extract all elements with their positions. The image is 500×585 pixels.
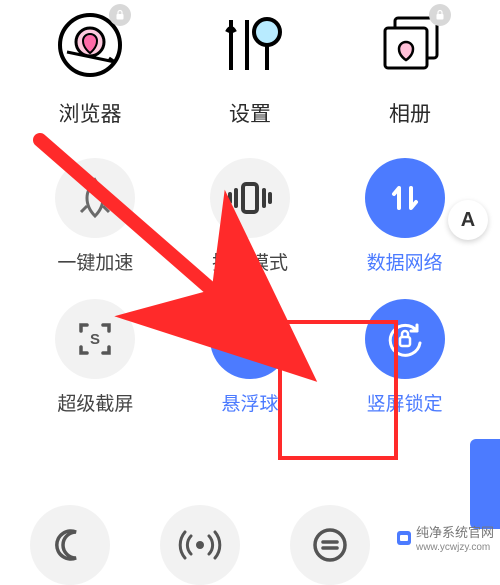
shortcut-label: 相册 <box>389 98 431 128</box>
screenshot-icon: S <box>55 299 135 379</box>
qs-hotspot[interactable] <box>160 505 240 585</box>
shortcut-row: 浏览器 设置 相册 <box>0 0 500 128</box>
data-network-icon <box>365 158 445 238</box>
svg-text:S: S <box>90 331 100 348</box>
qs-label: 超级截屏 <box>57 389 133 416</box>
qs-vibrate[interactable]: 振动模式 <box>173 158 328 275</box>
gallery-icon <box>375 10 445 80</box>
watermark: 纯净系统官网 www.ycwjzy.com <box>396 522 494 553</box>
float-ball-icon <box>210 299 290 379</box>
qs-label: 数据网络 <box>367 248 443 275</box>
side-panel-edge[interactable] <box>470 439 500 529</box>
boost-icon <box>55 158 135 238</box>
shortcut-label: 浏览器 <box>59 98 122 128</box>
qs-float-ball[interactable]: 悬浮球 <box>173 299 328 416</box>
qs-label: 振动模式 <box>212 248 288 275</box>
settings-icon <box>215 10 285 80</box>
qs-super-screenshot[interactable]: S 超级截屏 <box>18 299 173 416</box>
watermark-logo-icon <box>396 530 412 546</box>
watermark-url: www.ycwjzy.com <box>416 542 494 553</box>
qs-label: 悬浮球 <box>221 389 278 416</box>
browser-icon <box>55 10 125 80</box>
quick-settings-row-partial <box>18 505 370 585</box>
vibrate-icon <box>210 158 290 238</box>
more-icon <box>310 525 350 565</box>
qs-label: 竖屏锁定 <box>367 389 443 416</box>
rotation-lock-icon <box>365 299 445 379</box>
watermark-brand: 纯净系统官网 <box>416 522 494 541</box>
shortcut-gallery[interactable]: 相册 <box>345 10 475 128</box>
qs-boost[interactable]: 一键加速 <box>18 158 173 275</box>
shortcut-label: 设置 <box>229 98 271 128</box>
qs-more[interactable] <box>290 505 370 585</box>
edit-button[interactable]: A <box>448 200 488 240</box>
lock-badge-icon <box>429 4 451 26</box>
qs-label: 一键加速 <box>57 248 133 275</box>
qs-night-mode[interactable] <box>30 505 110 585</box>
quick-settings-grid: 一键加速 振动模式 数据网络 S 超级截屏 <box>0 158 500 416</box>
hotspot-icon <box>178 526 222 564</box>
shortcut-browser[interactable]: 浏览器 <box>25 10 155 128</box>
shortcut-settings[interactable]: 设置 <box>185 10 315 128</box>
edit-label: A <box>461 209 475 232</box>
lock-badge-icon <box>109 4 131 26</box>
qs-rotation-lock[interactable]: 竖屏锁定 <box>327 299 482 416</box>
moon-icon <box>51 526 89 564</box>
